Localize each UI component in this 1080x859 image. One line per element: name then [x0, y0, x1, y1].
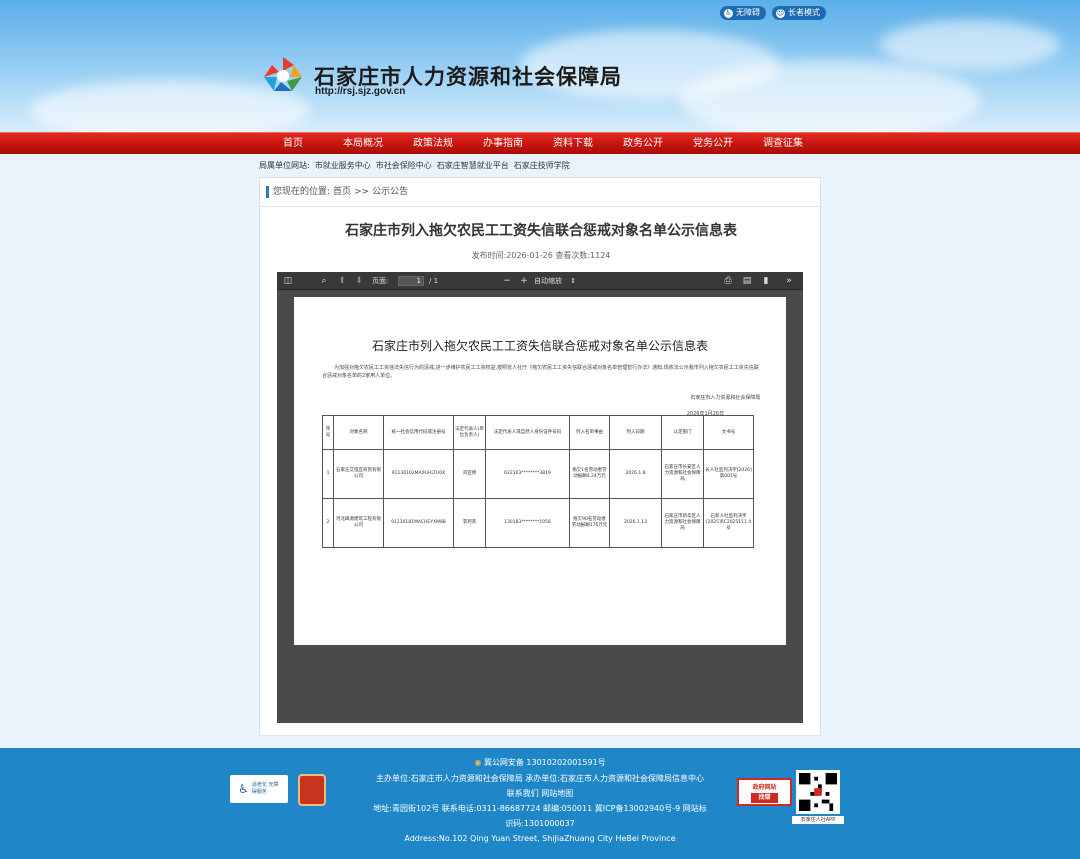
- table-cell: 622103********3819: [485, 449, 570, 499]
- table-cell: 2026.1.13: [609, 498, 662, 548]
- table-cell: 刘亚倩: [453, 449, 486, 499]
- breadcrumb: 您现在的位置: 首页 >> 公示公告: [266, 186, 408, 198]
- gov-error-report-badge[interactable]: 政府网站 找错: [737, 778, 792, 806]
- table-header-cell: 法定代表人或自然人身份证件号码: [485, 415, 570, 450]
- divider: [260, 206, 822, 207]
- table-header-cell: 认定部门: [661, 415, 704, 450]
- table-cell: 91130181MACHEYXM8B: [383, 498, 454, 548]
- wheelchair-icon: ♿: [238, 782, 249, 796]
- table-cell: 石家庄艾怪宜商贸有限公司: [333, 449, 384, 499]
- table-cell: 河北嵘源建筑工程有限公司: [333, 498, 384, 548]
- footer-site-code: 识码:1301000037: [505, 819, 575, 828]
- chevron-down-icon: ⇕: [570, 277, 577, 285]
- table-cell: 91130102MA0GHLTU0X: [383, 449, 454, 499]
- site-header: ♿ 无障碍 ☺ 长者模式 石家庄市人力资源和社会保障局 http://rsj.s…: [0, 0, 1080, 132]
- nav-home[interactable]: 首页: [258, 133, 328, 155]
- police-badge-icon: ◉: [474, 758, 482, 767]
- nav-gov-affairs[interactable]: 政务公开: [608, 133, 678, 155]
- table-header-row: 序号 对象名称 统一社会信用代码或注册号 法定代表人(单位负责人) 法定代表人或…: [322, 415, 754, 450]
- print-icon[interactable]: ⎙: [721, 272, 735, 290]
- table-cell: 李珂英: [453, 498, 486, 548]
- search-icon[interactable]: ⌕: [317, 272, 331, 290]
- table-cell: 2: [322, 498, 334, 548]
- party-emblem-icon[interactable]: [298, 774, 326, 806]
- footer-host: 主办单位:石家庄市人力资源和社会保障局 承办单位:石家庄市人力资源和社会保障局信…: [376, 774, 704, 783]
- affiliated-sites-label: 局属单位网站:: [259, 161, 310, 170]
- footer-contact: 地址:青园街102号 联系电话:0311-86687724 邮编:050011 …: [373, 804, 707, 813]
- table-cell: 拖欠90名劳动者劳动报酬176万元: [569, 498, 610, 548]
- elder-icon: ☺: [776, 8, 785, 18]
- pdf-toolbar: ◫ ⌕ ⬆ ⬇ 页面: 1 / 1 − + 自动缩放 ⇕ ⎙ ▤ ▮ »: [277, 272, 803, 290]
- qr-code-icon: [796, 770, 840, 814]
- table-cell: 130183********1056: [485, 498, 570, 548]
- wheelchair-icon: ♿: [724, 8, 733, 18]
- table-row: 2 河北嵘源建筑工程有限公司 91130181MACHEYXM8B 李珂英 13…: [322, 498, 754, 548]
- barrier-free-button[interactable]: ♿ 无障碍: [720, 6, 766, 20]
- affiliated-link[interactable]: 石家庄智慧就业平台: [437, 160, 509, 171]
- nav-party-affairs[interactable]: 党务公开: [678, 133, 748, 155]
- document-body: 为加强对拖欠农民工工资违法失信行为的惩戒,进一步维护农民工工资权益,按照省人社厅…: [322, 365, 759, 379]
- zoom-select[interactable]: 自动缩放 ⇕: [534, 275, 582, 287]
- article-panel: 您现在的位置: 首页 >> 公示公告 石家庄市列入拖欠农民工工资失信联合惩戒对象…: [259, 177, 822, 736]
- pdf-page: 石家庄市列入拖欠农民工工资失信联合惩戒对象名单公示信息表 为加强对拖欠农民工工资…: [294, 297, 786, 645]
- table-cell: 石家庄市新华区人力资源和社会保障局: [661, 498, 704, 548]
- previous-page-icon[interactable]: ⬆: [335, 272, 349, 290]
- next-page-icon[interactable]: ⬇: [352, 272, 366, 290]
- page-number-input[interactable]: 1: [398, 276, 424, 286]
- table-cell: 石家庄市长安区人力资源和社会保障局: [661, 449, 704, 499]
- nav-policies[interactable]: 政策法规: [398, 133, 468, 155]
- document-title: 石家庄市列入拖欠农民工工资失信联合惩戒对象名单公示信息表: [371, 339, 708, 353]
- breadcrumb-current[interactable]: 公示公告: [372, 186, 408, 198]
- footer-links[interactable]: 联系我们 网站地图: [0, 788, 1080, 799]
- page-total: / 1: [429, 277, 439, 285]
- more-tools-icon[interactable]: »: [782, 272, 796, 290]
- table-header-cell: 对象名称: [333, 415, 384, 450]
- zoom-in-icon[interactable]: +: [518, 272, 530, 290]
- table-cell: 石新人社监列决字[2025]RC2025111 4号: [703, 498, 754, 548]
- table-header-cell: 统一社会信用代码或注册号: [383, 415, 454, 450]
- elder-mode-button[interactable]: ☺ 长者模式: [772, 6, 826, 20]
- affiliated-link[interactable]: 市就业服务中心: [315, 160, 371, 171]
- table-cell: 长人社监列决字[2026]第001号: [703, 449, 754, 499]
- article-meta: 发布时间:2026-01-26 查看次数:1124: [471, 251, 611, 260]
- table-cell: 拖欠1名劳动者劳动报酬4.24万元: [569, 449, 610, 499]
- table-header-cell: 法定代表人(单位负责人): [453, 415, 486, 450]
- page-label: 页面:: [372, 277, 389, 285]
- table-header-cell: 文书号: [703, 415, 754, 450]
- article-title: 石家庄市列入拖欠农民工工资失信联合惩戒对象名单公示信息表: [345, 223, 737, 239]
- zoom-out-icon[interactable]: −: [501, 272, 513, 290]
- accessibility-toolbar: ♿ 无障碍 ☺ 长者模式: [720, 6, 826, 20]
- nav-downloads[interactable]: 资料下载: [538, 133, 608, 155]
- footer-police-record[interactable]: ◉ 冀公网安备 13010202001591号: [0, 757, 1080, 768]
- site-url: http://rsj.sjz.gov.cn: [315, 86, 406, 97]
- breadcrumb-home[interactable]: 首页: [333, 186, 351, 198]
- pdf-viewer: ◫ ⌕ ⬆ ⬇ 页面: 1 / 1 − + 自动缩放 ⇕ ⎙ ▤ ▮ » 石家庄…: [277, 272, 803, 723]
- qr-pattern: [799, 773, 837, 811]
- table-cell: 1: [322, 449, 334, 499]
- table-header-cell: 序号: [322, 415, 334, 450]
- nav-guide[interactable]: 办事指南: [468, 133, 538, 155]
- affiliated-link[interactable]: 石家庄技师学院: [514, 160, 570, 171]
- download-icon[interactable]: ▤: [740, 272, 754, 290]
- table-cell: 2026.1.8: [609, 449, 662, 499]
- table-row: 1 石家庄艾怪宜商贸有限公司 91130102MA0GHLTU0X 刘亚倩 62…: [322, 449, 754, 499]
- table-header-cell: 列入日期: [609, 415, 662, 450]
- nav-about[interactable]: 本局概况: [328, 133, 398, 155]
- blacklist-table: 序号 对象名称 统一社会信用代码或注册号 法定代表人(单位负责人) 法定代表人或…: [322, 415, 754, 548]
- affiliated-link[interactable]: 市社会保险中心: [376, 160, 432, 171]
- footer-address-en: Address:No.102 Qing Yuan Street, ShiJiaZ…: [404, 834, 676, 843]
- affiliated-sites-bar: 局属单位网站: 市就业服务中心 市社会保险中心 石家庄智慧就业平台 石家庄技师学…: [0, 154, 1080, 176]
- sidebar-toggle-icon[interactable]: ◫: [281, 272, 295, 290]
- nav-survey[interactable]: 调查征集: [748, 133, 818, 155]
- site-footer: ◉ 冀公网安备 13010202001591号 主办单位:石家庄市人力资源和社会…: [0, 748, 1080, 859]
- elderly-accessibility-badge[interactable]: ♿ 适老化 无障碍服务: [230, 775, 288, 803]
- bureau-logo-icon: [264, 57, 302, 91]
- qr-caption: 石家庄人社APP: [792, 816, 844, 824]
- main-nav: 首页 本局概况 政策法规 办事指南 资料下载 政务公开 党务公开 调查征集: [0, 132, 1080, 154]
- bookmark-icon[interactable]: ▮: [759, 272, 773, 290]
- table-header-cell: 列入名单事由: [569, 415, 610, 450]
